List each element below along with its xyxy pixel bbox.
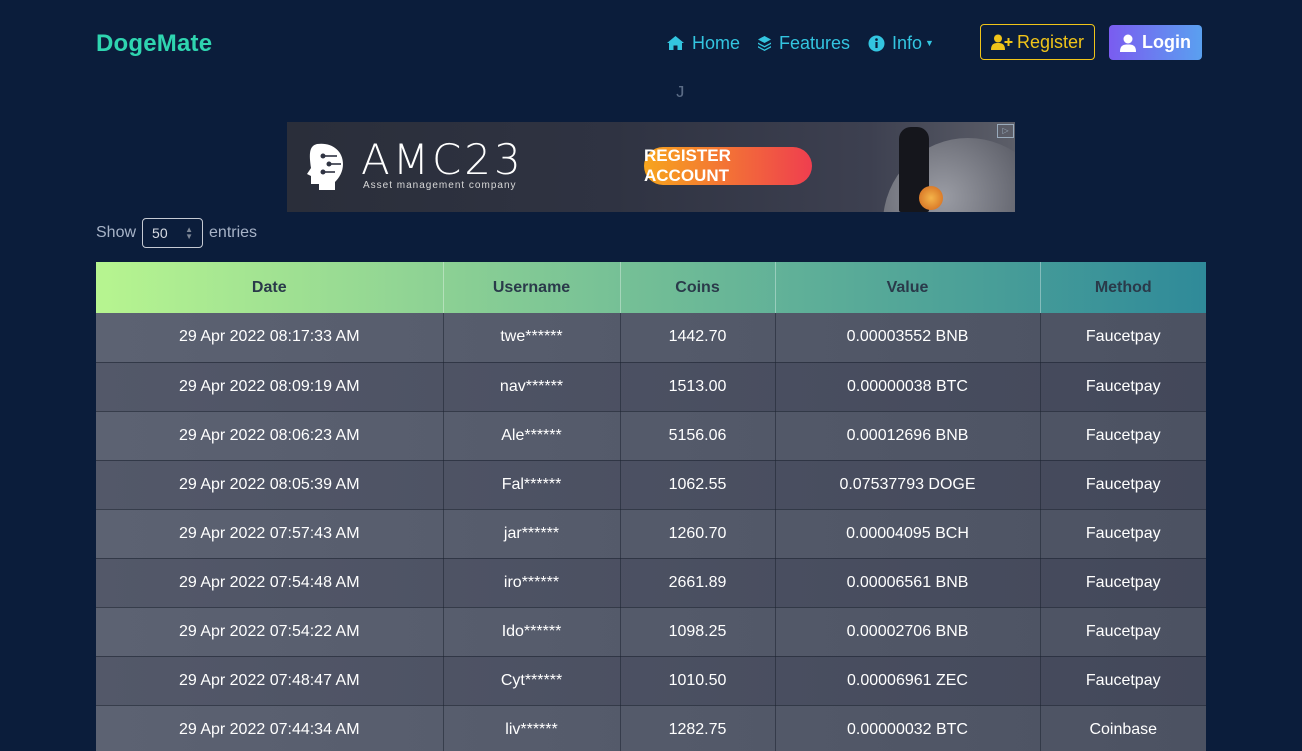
cell-coins: 1513.00	[620, 362, 776, 412]
cell-value: 0.00004095 BCH	[775, 509, 1041, 559]
cell-coins: 1282.75	[620, 705, 776, 751]
table-row: 29 Apr 2022 08:06:23 AM Ale****** 5156.0…	[96, 411, 1206, 461]
cell-username: Fal******	[443, 460, 621, 510]
column-header-username[interactable]: Username	[443, 262, 621, 313]
cell-value: 0.00002706 BNB	[775, 607, 1041, 657]
table-row: 29 Apr 2022 07:48:47 AM Cyt****** 1010.5…	[96, 656, 1206, 706]
column-header-date[interactable]: Date	[96, 262, 444, 313]
cell-username: iro******	[443, 558, 621, 608]
cell-value: 0.00012696 BNB	[775, 411, 1041, 461]
cell-date: 29 Apr 2022 07:54:22 AM	[96, 607, 444, 657]
cell-username: nav******	[443, 362, 621, 412]
table-header-row: Date Username Coins Value Method	[96, 262, 1206, 313]
table-row: 29 Apr 2022 07:54:48 AM iro****** 2661.8…	[96, 558, 1206, 608]
column-header-method[interactable]: Method	[1040, 262, 1206, 313]
banner-register-account-button[interactable]: REGISTER ACCOUNT	[644, 146, 812, 185]
cell-username: jar******	[443, 509, 621, 559]
withdrawals-table: Date Username Coins Value Method 29 Apr …	[96, 262, 1206, 751]
nav-features-label: Features	[779, 32, 851, 53]
entries-select-value: 50	[152, 225, 168, 241]
cell-date: 29 Apr 2022 07:57:43 AM	[96, 509, 444, 559]
register-label: Register	[1016, 31, 1085, 52]
cell-username: Cyt******	[443, 656, 621, 706]
cell-value: 0.00006961 ZEC	[775, 656, 1041, 706]
cell-value: 0.00000038 BTC	[775, 362, 1041, 412]
layers-icon	[758, 36, 771, 51]
chevron-down-icon: ▼	[925, 38, 934, 48]
column-header-coins[interactable]: Coins	[620, 262, 776, 313]
cell-date: 29 Apr 2022 08:05:39 AM	[96, 460, 444, 510]
cell-coins: 1098.25	[620, 607, 776, 657]
cell-method: Coinbase	[1040, 705, 1206, 751]
scroll-hidden-heading-fragment: ᴊ	[676, 80, 685, 102]
cell-date: 29 Apr 2022 07:54:48 AM	[96, 558, 444, 608]
user-icon	[1120, 34, 1136, 52]
cell-date: 29 Apr 2022 07:44:34 AM	[96, 705, 444, 751]
table-row: 29 Apr 2022 07:57:43 AM jar****** 1260.7…	[96, 509, 1206, 559]
top-navbar: DogeMate Home Features Info ▼ Register L…	[0, 0, 1302, 88]
cell-coins: 1260.70	[620, 509, 776, 559]
register-button[interactable]: Register	[980, 24, 1095, 60]
cell-method: Faucetpay	[1040, 509, 1206, 559]
entries-label: entries	[209, 224, 258, 241]
cell-method: Faucetpay	[1040, 607, 1206, 657]
cell-method: Faucetpay	[1040, 460, 1206, 510]
cell-value: 0.00006561 BNB	[775, 558, 1041, 608]
cell-date: 29 Apr 2022 08:17:33 AM	[96, 313, 444, 363]
withdrawals-table-container: Date Username Coins Value Method 29 Apr …	[96, 262, 1206, 751]
nav-info-label: Info	[892, 32, 923, 53]
entries-length-control: Show 50 ▲ ▼ entries	[96, 218, 257, 248]
nav-home-link[interactable]: Home	[666, 32, 740, 54]
circuit-head-icon	[307, 143, 343, 190]
cell-coins: 1442.70	[620, 313, 776, 363]
ad-banner[interactable]: AMC23 Asset management company REGISTER …	[287, 122, 1015, 212]
cell-username: liv******	[443, 705, 621, 751]
cell-method: Faucetpay	[1040, 558, 1206, 608]
cell-value: 0.07537793 DOGE	[775, 460, 1041, 510]
table-row: 29 Apr 2022 08:05:39 AM Fal****** 1062.5…	[96, 460, 1206, 510]
cell-method: Faucetpay	[1040, 313, 1206, 363]
table-body: 29 Apr 2022 08:17:33 AM twe****** 1442.7…	[96, 313, 1206, 751]
cell-username: twe******	[443, 313, 621, 363]
cell-coins: 1062.55	[620, 460, 776, 510]
ad-choices-icon[interactable]: ▷	[997, 124, 1014, 138]
cell-date: 29 Apr 2022 08:09:19 AM	[96, 362, 444, 412]
nav-features-link[interactable]: Features	[757, 32, 850, 54]
cell-coins: 2661.89	[620, 558, 776, 608]
page: DogeMate Home Features Info ▼ Register L…	[0, 0, 1302, 751]
cell-value: 0.00003552 BNB	[775, 313, 1041, 363]
login-label: Login	[1142, 32, 1191, 52]
cell-coins: 5156.06	[620, 411, 776, 461]
nav-info-dropdown[interactable]: Info ▼	[868, 32, 934, 54]
user-plus-icon	[990, 34, 1013, 50]
table-row: 29 Apr 2022 07:44:34 AM liv****** 1282.7…	[96, 705, 1206, 751]
cell-coins: 1010.50	[620, 656, 776, 706]
entries-select[interactable]: 50 ▲ ▼	[142, 218, 204, 248]
nav-home-label: Home	[692, 32, 741, 53]
brand-logo[interactable]: DogeMate	[96, 30, 212, 58]
planet-orb-image	[919, 186, 943, 210]
banner-brand: AMC23	[361, 135, 524, 184]
column-header-value[interactable]: Value	[775, 262, 1041, 313]
cell-date: 29 Apr 2022 08:06:23 AM	[96, 411, 444, 461]
cell-value: 0.00000032 BTC	[775, 705, 1041, 751]
cell-method: Faucetpay	[1040, 656, 1206, 706]
show-label: Show	[96, 224, 137, 241]
cell-username: Ale******	[443, 411, 621, 461]
table-row: 29 Apr 2022 08:17:33 AM twe****** 1442.7…	[96, 313, 1206, 363]
select-arrows-icon: ▲ ▼	[185, 225, 194, 241]
table-row: 29 Apr 2022 08:09:19 AM nav****** 1513.0…	[96, 362, 1206, 412]
banner-tagline: Asset management company	[363, 180, 517, 191]
cell-method: Faucetpay	[1040, 411, 1206, 461]
cell-method: Faucetpay	[1040, 362, 1206, 412]
table-row: 29 Apr 2022 07:54:22 AM Ido****** 1098.2…	[96, 607, 1206, 657]
cell-username: Ido******	[443, 607, 621, 657]
home-icon	[667, 36, 684, 50]
cell-date: 29 Apr 2022 07:48:47 AM	[96, 656, 444, 706]
info-circle-icon	[868, 35, 885, 51]
login-button[interactable]: Login	[1109, 25, 1202, 60]
